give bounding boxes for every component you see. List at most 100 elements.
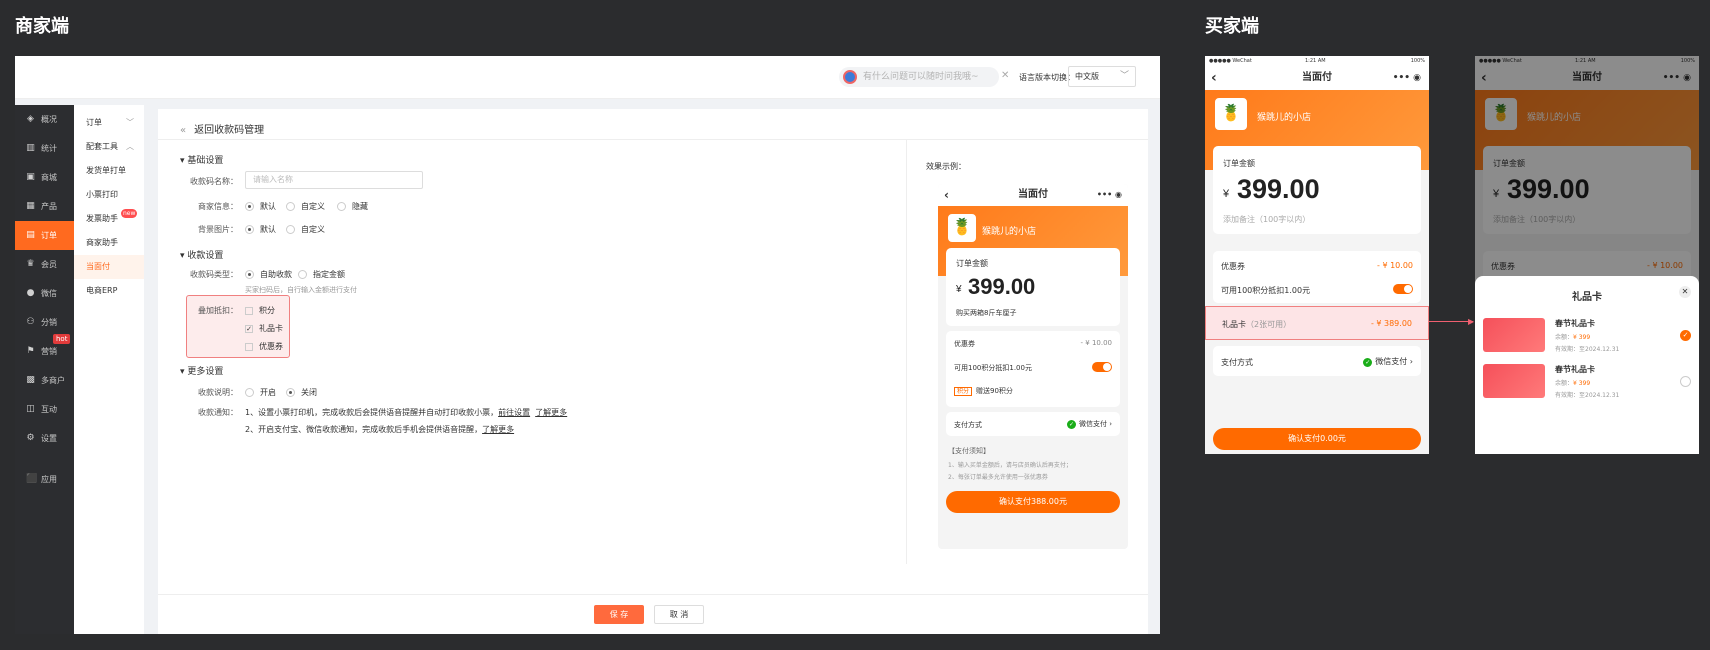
giftcard-row[interactable]: 礼品卡（2张可用） - ¥ 389.00 [1205, 306, 1429, 340]
stats-icon: ▥ [26, 143, 35, 153]
sidebar-item-apps[interactable]: ⬛ 应用 [15, 465, 74, 494]
radio-icon [245, 270, 254, 279]
option-label: 关闭 [301, 388, 317, 397]
sidebar-item-label: 设置 [41, 434, 57, 443]
bg-custom[interactable]: 自定义 [286, 224, 325, 235]
flag-icon: ⚑ [26, 346, 35, 356]
coupon-value[interactable]: - ¥ 10.00 [1081, 339, 1112, 347]
subnav-face-pay[interactable]: 当面付 [74, 255, 144, 279]
giftcard-item[interactable]: 春节礼品卡 余额：¥ 399 有效期：至2024.12.31 ✓ [1483, 314, 1691, 358]
sidebar-item-marketing[interactable]: ⚑ 营销 hot [15, 334, 74, 366]
stack-label: 叠加抵扣： [198, 306, 238, 315]
option-label: 自定义 [301, 202, 325, 211]
notify-text: 2、开启支付宝、微信收款通知，完成收款后手机会提供语音提醒， [245, 425, 483, 434]
pay-method-card[interactable]: 支付方式 ✓ 微信支付 › [946, 412, 1120, 436]
wechat-pay-icon: ✓ [1066, 420, 1076, 429]
chevron-up-icon: ︿ [126, 142, 134, 151]
more-settings-heading: ▾ 更多设置 [180, 367, 224, 377]
name-input[interactable]: 请输入名称 [245, 171, 423, 189]
sidebar-item-distribution[interactable]: ⚇ 分销 [15, 308, 74, 337]
sidebar-item-overview[interactable]: ◈ 概况 [15, 105, 74, 134]
type-fixed[interactable]: 指定金额 [298, 269, 345, 280]
points-toggle[interactable] [1092, 362, 1112, 372]
unchecked-icon[interactable] [1680, 376, 1691, 387]
back-link[interactable]: « 返回收款码管理 [180, 121, 264, 136]
notify-line-1: 1、设置小票打印机，完成收款后会提供语音提醒并自动打印收款小票，前往设置 了解更… [245, 407, 567, 418]
coupon-value[interactable]: - ¥ 10.00 [1377, 261, 1413, 270]
go-settings-link[interactable]: 前往设置 [498, 408, 530, 417]
preview-title: 当面付 [1018, 189, 1048, 200]
amount-value: 399.00 [968, 274, 1036, 299]
save-button[interactable]: 保 存 [594, 605, 644, 624]
sidebar-item-mall[interactable]: ▣ 商城 [15, 163, 74, 192]
sidebar-item-stats[interactable]: ▥ 统计 [15, 134, 74, 163]
sidebar-item-product[interactable]: ▦ 产品 [15, 192, 74, 221]
subnav-invoice-assistant[interactable]: 发票助手 new [74, 207, 144, 231]
learn-more-link[interactable]: 了解更多 [482, 425, 514, 434]
shop-logo: 🍍 [948, 214, 976, 242]
giftcard-item[interactable]: 春节礼品卡 余额：¥ 399 有效期：至2024.12.31 [1483, 360, 1691, 404]
more-icon[interactable]: ••• ◉ [1393, 66, 1421, 90]
cancel-button[interactable]: 取 消 [654, 605, 704, 624]
pay-method-card[interactable]: 支付方式 ✓ 微信支付 › [1213, 346, 1421, 376]
option-label: 默认 [260, 202, 276, 211]
confirm-pay-button[interactable]: 确认支付0.00元 [1213, 428, 1421, 450]
bg-default[interactable]: 默认 [245, 224, 276, 235]
sidebar-item-order[interactable]: ▤ 订单 [15, 221, 74, 250]
option-label: 默认 [260, 225, 276, 234]
currency-symbol: ¥ [956, 284, 962, 295]
notice-line-2: 2、每张订单最多允许使用一张优惠券 [948, 474, 1048, 481]
checked-icon[interactable]: ✓ [1680, 330, 1691, 341]
giftcard-image [1483, 318, 1545, 352]
sidebar-item-interact[interactable]: ◫ 互动 [15, 395, 74, 424]
desc-off[interactable]: 关闭 [286, 387, 317, 398]
giftcard-expiry: 有效期：至2024.12.31 [1555, 392, 1620, 399]
sidebar-item-label: 订单 [41, 231, 57, 240]
pay-method-value: ✓ 微信支付 › [1066, 420, 1112, 429]
order-icon: ▤ [26, 230, 35, 240]
stack-giftcard[interactable]: ✓ 礼品卡 [245, 323, 283, 334]
type-label: 收款码类型： [190, 270, 238, 279]
close-icon[interactable]: ✕ [1001, 70, 1009, 81]
subnav-tools[interactable]: 配套工具 ︿ [74, 135, 144, 159]
merchant-info-hide[interactable]: 隐藏 [337, 201, 368, 212]
remark-input[interactable]: 添加备注（100字以内） [1223, 214, 1310, 225]
layers-icon: ◈ [27, 114, 34, 124]
interact-icon: ◫ [26, 404, 35, 414]
assistant-search[interactable]: 有什么问题可以随时问我哦~ [839, 67, 999, 87]
stack-points[interactable]: 积分 [245, 305, 275, 316]
sidebar-item-member[interactable]: ♛ 会员 [15, 250, 74, 279]
stack-coupon[interactable]: 优惠券 [245, 341, 283, 352]
sidebar-item-label: 产品 [41, 202, 57, 211]
divider [158, 139, 1148, 140]
checkbox-icon [245, 306, 253, 315]
distribution-icon: ⚇ [26, 317, 35, 327]
balance-value: ¥ 399 [1573, 334, 1591, 341]
type-self[interactable]: 自助收款 [245, 269, 292, 280]
sidebar-item-label: 互动 [41, 405, 57, 414]
checkbox-icon [245, 342, 253, 351]
subnav-label: 订单 [86, 118, 102, 127]
back-arrow-icon[interactable]: ‹ [1211, 66, 1217, 90]
subnav-order[interactable]: 订单 ﹀ [74, 111, 144, 135]
sidebar-item-wechat[interactable]: ● 微信 [15, 279, 74, 308]
sidebar-item-settings[interactable]: ⚙ 设置 [15, 424, 74, 453]
subnav-receipt-print[interactable]: 小票打印 [74, 183, 144, 207]
learn-more-link[interactable]: 了解更多 [535, 408, 567, 417]
sub-navigation: 订单 ﹀ 配套工具 ︿ 发货单打单 小票打印 发票助手 new 商家助手 当面付 电商… [74, 105, 144, 634]
option-label: 礼品卡 [259, 324, 283, 333]
close-icon[interactable]: ✕ [1679, 286, 1691, 298]
subnav-erp[interactable]: 电商ERP [74, 279, 144, 303]
desc-on[interactable]: 开启 [245, 387, 276, 398]
new-badge: new [121, 209, 138, 218]
subnav-shipping-print[interactable]: 发货单打单 [74, 159, 144, 183]
language-select[interactable]: 中文版 ﹀ [1068, 66, 1136, 87]
subnav-merchant-assistant[interactable]: 商家助手 [74, 231, 144, 255]
points-toggle[interactable] [1393, 284, 1413, 294]
sidebar-item-multi-merchant[interactable]: ▩ 多商户 [15, 366, 74, 395]
buyer1-nav: ‹ 当面付 ••• ◉ [1205, 66, 1429, 90]
confirm-pay-button[interactable]: 确认支付388.00元 [946, 491, 1120, 513]
merchant-info-custom[interactable]: 自定义 [286, 201, 325, 212]
merchant-info-default[interactable]: 默认 [245, 201, 276, 212]
balance-label: 余额： [1555, 380, 1574, 387]
